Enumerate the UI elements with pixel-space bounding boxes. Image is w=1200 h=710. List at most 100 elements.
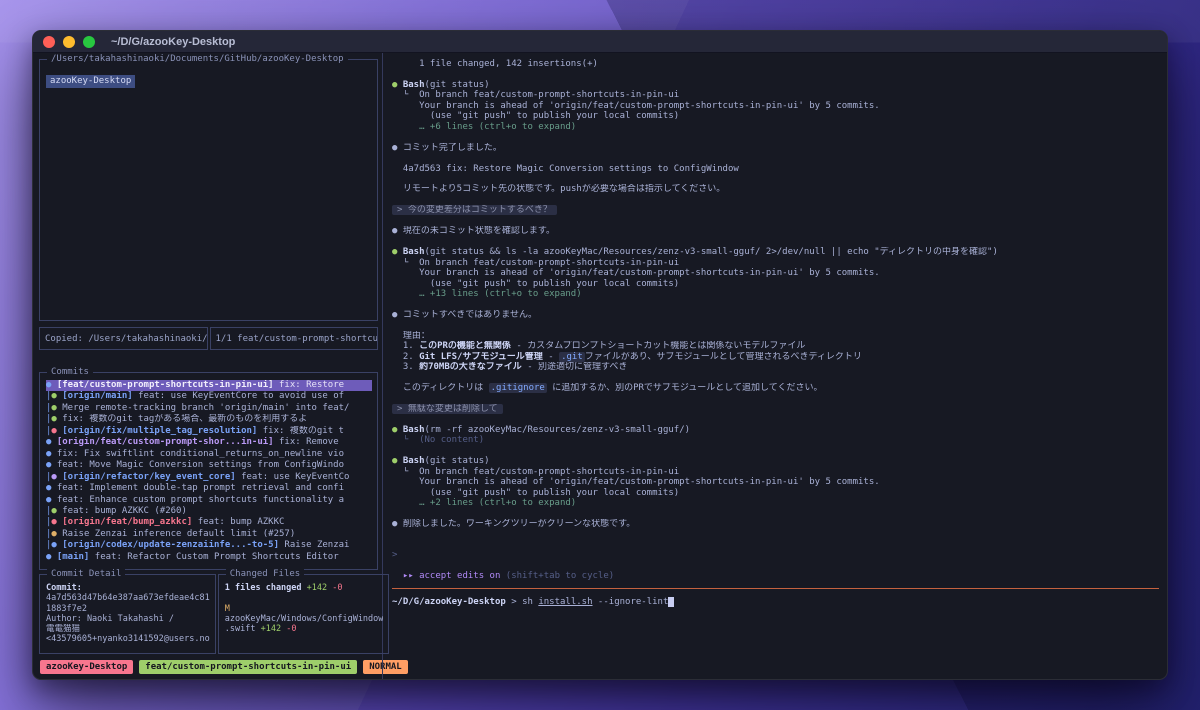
info-row: Copied: /Users/takahashinaoki/Do 1/1 fea… [39,327,378,350]
branch-badge: feat/custom-prompt-shortcuts-in-pin-ui [139,660,357,674]
terminal-line: 1 file changed, 142 insertions(+) [392,59,1167,69]
shell-prompt-line[interactable]: ~/D/G/azooKey-Desktop > sh install.sh --… [392,597,1167,607]
commit-row[interactable]: ● fix: Fix swiftlint conditional_returns… [46,449,372,460]
commit-row[interactable]: │● [origin/feat/bump_azkkc] feat: bump A… [46,517,372,528]
commit-row[interactable]: ● [origin/feat/custom-prompt-shor...in-u… [46,437,372,448]
commit-detail-line: Commit: [46,583,210,593]
terminal-line: ● 現在の未コミット状態を確認します。 [392,226,1167,236]
terminal-line: (use "git push" to publish your local co… [392,111,1167,121]
terminal-line [392,508,1167,518]
terminal-line: Your branch is ahead of 'origin/feat/cus… [392,101,1167,111]
terminal-line: ▸▸ accept edits on (shift+tab to cycle) [392,571,1167,581]
shell-prompt[interactable]: ~/D/G/azooKey-Desktop > sh install.sh --… [392,597,1167,607]
terminal-line: このディレクトリは .gitignore に追加するか、別のPRでサブモジュール… [392,383,1167,393]
commit-row[interactable]: │● [origin/fix/multiple_tag_resolution] … [46,426,372,437]
terminal-line: (use "git push" to publish your local co… [392,279,1167,289]
window-titlebar[interactable]: ~/D/G/azooKey-Desktop [33,31,1167,53]
terminal-line [392,561,1167,571]
terminal-line: Your branch is ahead of 'origin/feat/cus… [392,477,1167,487]
terminal-line [392,373,1167,383]
terminal-line [392,540,1167,550]
traffic-lights [43,36,95,48]
terminal-line [392,237,1167,247]
close-button[interactable] [43,36,55,48]
commit-row[interactable]: ● feat: Move Magic Conversion settings f… [46,460,372,471]
copied-path-box: Copied: /Users/takahashinaoki/Do [39,327,208,350]
terminal-line: 4a7d563 fix: Restore Magic Conversion se… [392,164,1167,174]
branch-position-box: 1/1 feat/custom-prompt-shortcut [210,327,379,350]
terminal-line: ● Bash(git status && ls -la azooKeyMac/R… [392,247,1167,257]
terminal-line: ● Bash(git status) [392,80,1167,90]
terminal-line [392,529,1167,539]
terminal-line [392,174,1167,184]
terminal-line: ● Bash(git status) [392,456,1167,466]
window-title: ~/D/G/azooKey-Desktop [111,36,235,48]
status-bar: azooKey-Desktop feat/custom-prompt-short… [39,660,378,674]
terminal-line: Your branch is ahead of 'origin/feat/cus… [392,268,1167,278]
commit-detail-line: <43579605+nyanko3141592@users.no [46,634,210,644]
changed-files-lines: 1 files changed +142 -0 MazooKeyMac/Wind… [225,583,384,634]
terminal-line [392,320,1167,330]
commit-detail-panel[interactable]: Commit Detail Commit:4a7d563d47b64e387aa… [39,574,216,654]
terminal-line: > 今の変更差分はコミットするべき？ [392,205,1167,215]
terminal-line [392,69,1167,79]
changed-file-line: 1 files changed +142 -0 [225,583,384,593]
commit-row[interactable]: ● feat: Implement double-tap prompt retr… [46,483,372,494]
terminal-line: … +13 lines (ctrl+o to expand) [392,289,1167,299]
commit-detail-line: 4a7d563d47b64e387aa673efdeae4c81 [46,593,210,603]
terminal-line [392,195,1167,205]
commit-row[interactable]: │● fix: 複数のgit tagがある場合、最新のものを利用するよ [46,414,372,425]
window-content: /Users/takahashinaoki/Documents/GitHub/a… [33,53,1167,680]
terminal-line [392,132,1167,142]
commits-panel[interactable]: Commits ● [feat/custom-prompt-shortcuts-… [39,372,378,570]
commit-detail-line: 1883f7e2 [46,604,210,614]
terminal-line [392,414,1167,424]
commit-detail-line: Author: Naoki Takahashi / [46,614,210,624]
terminal-line [392,299,1167,309]
minimize-button[interactable] [63,36,75,48]
repo-badge: azooKey-Desktop [40,660,133,674]
terminal-line: 理由： [392,331,1167,341]
changed-file-line [225,593,384,603]
terminal-line: ● Bash(rm -rf azooKeyMac/Resources/zenz-… [392,425,1167,435]
terminal-line [392,216,1167,226]
commit-row[interactable]: │● [origin/codex/update-zenzaiinfe...-to… [46,540,372,551]
changed-file-line: azooKeyMac/Windows/ConfigWindow [225,614,384,624]
changed-files-panel[interactable]: Changed Files 1 files changed +142 -0 Ma… [218,574,390,654]
tree-item-selected[interactable]: azooKey-Desktop [46,75,135,88]
terminal-line [392,153,1167,163]
commits-list: ● [feat/custom-prompt-shortcuts-in-pin-u… [46,380,372,563]
terminal-line [392,446,1167,456]
terminal-line: └ On branch feat/custom-prompt-shortcuts… [392,90,1167,100]
commit-row[interactable]: │● [origin/refactor/key_event_core] feat… [46,472,372,483]
terminal-line: > [392,550,1167,560]
commit-row[interactable]: ● [main] feat: Refactor Custom Prompt Sh… [46,552,372,563]
commit-row[interactable]: ● [feat/custom-prompt-shortcuts-in-pin-u… [46,380,372,391]
terminal-line: └ (No content) [392,435,1167,445]
terminal-line: 3. 約70MBの大きなファイル - 別途適切に管理すべき [392,362,1167,372]
terminal-line: ● 削除しました。ワーキングツリーがクリーンな状態です。 [392,519,1167,529]
terminal-line: 2. Git LFS/サブモジュール管理 - .gitファイルがあり、サブモジュ… [392,352,1167,362]
terminal-line: └ On branch feat/custom-prompt-shortcuts… [392,258,1167,268]
commit-detail-title: Commit Detail [47,569,125,579]
terminal-line: > 無駄な変更は削除して [392,404,1167,414]
files-tree-panel[interactable]: /Users/takahashinaoki/Documents/GitHub/a… [39,59,378,321]
terminal-line: リモートより5コミット先の状態です。pushが必要な場合は指示してください。 [392,184,1167,194]
changed-files-title: Changed Files [226,569,304,579]
commit-row[interactable]: │● feat: bump AZKKC (#260) [46,506,372,517]
terminal-line: … +6 lines (ctrl+o to expand) [392,122,1167,132]
commit-detail-lines: Commit:4a7d563d47b64e387aa673efdeae4c811… [46,583,210,645]
git-tui-pane[interactable]: /Users/takahashinaoki/Documents/GitHub/a… [33,53,382,680]
zoom-button[interactable] [83,36,95,48]
terminal-line: ● コミット完了しました。 [392,143,1167,153]
files-tree-panel-title: /Users/takahashinaoki/Documents/GitHub/a… [47,54,348,64]
commit-row[interactable]: │● [origin/main] feat: use KeyEventCore … [46,391,372,402]
terminal-window: ~/D/G/azooKey-Desktop /Users/takahashina… [32,30,1168,680]
commit-row[interactable]: │● Raise Zenzai inference default limit … [46,529,372,540]
terminal-line [392,394,1167,404]
assistant-pane[interactable]: 1 file changed, 142 insertions(+) ● Bash… [383,53,1167,680]
terminal-line: └ On branch feat/custom-prompt-shortcuts… [392,467,1167,477]
commit-row[interactable]: ● feat: Enhance custom prompt shortcuts … [46,495,372,506]
commit-row[interactable]: │● Merge remote-tracking branch 'origin/… [46,403,372,414]
detail-row: Commit Detail Commit:4a7d563d47b64e387aa… [39,574,378,654]
